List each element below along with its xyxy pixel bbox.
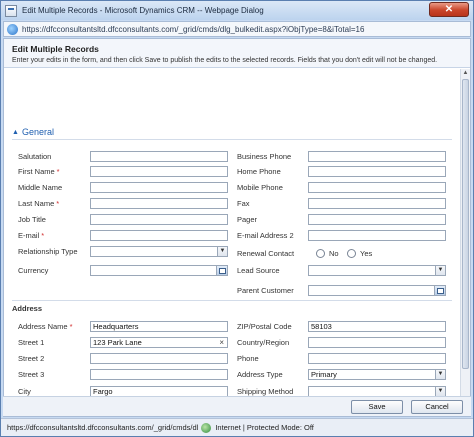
zip-postal-code-field[interactable]: 58103 xyxy=(308,321,446,332)
header-box: Edit Multiple Records Enter your edits i… xyxy=(4,39,470,68)
currency-label: Currency xyxy=(18,266,49,275)
chevron-down-icon[interactable]: ▼ xyxy=(217,247,227,256)
title-bar: Edit Multiple Records - Microsoft Dynami… xyxy=(1,1,473,20)
lookup-icon[interactable] xyxy=(216,266,227,275)
dialog-url: https://dfcconsultantsltd.dfcconsultants… xyxy=(22,24,365,34)
street-1-value: 123 Park Lane xyxy=(93,338,142,347)
salutation-label: Salutation xyxy=(18,152,52,161)
section-general[interactable]: ▲ General xyxy=(12,127,54,137)
pager-field[interactable] xyxy=(308,214,446,225)
street-2-field[interactable] xyxy=(90,353,228,364)
status-zone: Internet | Protected Mode: Off xyxy=(215,423,314,432)
scroll-thumb[interactable] xyxy=(462,79,469,369)
renewal-no-radio[interactable] xyxy=(316,249,325,258)
zip-postal-code-label: ZIP/Postal Code xyxy=(237,322,292,331)
status-bar: https://dfcconsultantsltd.dfcconsultants… xyxy=(1,418,473,436)
section-divider xyxy=(12,139,452,140)
status-url: https://dfcconsultantsltd.dfcconsultants… xyxy=(7,423,199,432)
dialog-content: Edit Multiple Records Enter your edits i… xyxy=(3,38,471,417)
section-divider xyxy=(12,300,452,301)
window-title: Edit Multiple Records - Microsoft Dynami… xyxy=(22,6,264,15)
job-title-field[interactable] xyxy=(90,214,228,225)
address-name-field[interactable]: Headquarters xyxy=(90,321,228,332)
street-3-field[interactable] xyxy=(90,369,228,380)
renewal-yes-radio[interactable] xyxy=(347,249,356,258)
required-icon: * xyxy=(69,322,73,331)
parent-customer-field[interactable] xyxy=(308,285,446,296)
address-type-label: Address Type xyxy=(237,370,283,379)
home-phone-label: Home Phone xyxy=(237,167,281,176)
phone-label: Phone xyxy=(237,354,259,363)
globe-icon xyxy=(201,422,212,433)
currency-field[interactable] xyxy=(90,265,228,276)
address-type-value: Primary xyxy=(311,370,337,379)
parent-customer-label: Parent Customer xyxy=(237,286,294,295)
chevron-down-icon[interactable]: ▼ xyxy=(435,387,445,396)
save-button[interactable]: Save xyxy=(351,400,403,414)
page-title: Edit Multiple Records xyxy=(12,44,99,54)
middle-name-field[interactable] xyxy=(90,182,228,193)
mobile-phone-label: Mobile Phone xyxy=(237,183,283,192)
lookup-icon[interactable] xyxy=(434,286,445,295)
salutation-field[interactable] xyxy=(90,151,228,162)
required-icon: * xyxy=(56,167,60,176)
address-bar: https://dfcconsultantsltd.dfcconsultants… xyxy=(3,21,471,37)
street-2-label: Street 2 xyxy=(18,354,45,363)
dialog-footer: Save Cancel xyxy=(3,396,471,416)
e-mail-label: E-mail * xyxy=(18,231,45,240)
scroll-up-icon[interactable]: ▲ xyxy=(462,69,469,77)
address-name-value: Headquarters xyxy=(93,322,139,331)
country-region-field[interactable] xyxy=(308,337,446,348)
required-icon: * xyxy=(41,231,45,240)
cancel-button[interactable]: Cancel xyxy=(411,400,463,414)
country-region-label: Country/Region xyxy=(237,338,290,347)
street-1-field[interactable]: 123 Park Lane × xyxy=(90,337,228,348)
address-type-field[interactable]: Primary ▼ xyxy=(308,369,446,380)
renewal-no-label: No xyxy=(329,249,339,258)
section-address: Address xyxy=(12,304,43,313)
first-name-field[interactable] xyxy=(90,166,228,177)
section-general-title: General xyxy=(21,127,54,137)
relationship-type-label: Relationship Type xyxy=(18,247,78,256)
street-1-label: Street 1 xyxy=(18,338,45,347)
e-mail-field[interactable] xyxy=(90,230,228,241)
lead-source-label: Lead Source xyxy=(237,266,280,275)
dialog-window: Edit Multiple Records - Microsoft Dynami… xyxy=(0,0,474,437)
renewal-yes-label: Yes xyxy=(360,249,373,258)
business-phone-field[interactable] xyxy=(308,151,446,162)
fax-label: Fax xyxy=(237,199,250,208)
vertical-scrollbar[interactable]: ▲ ▼ xyxy=(460,69,470,416)
last-name-label: Last Name * xyxy=(18,199,60,208)
form-area: ▲ General Salutation First Name * Middle Name… xyxy=(4,69,460,416)
middle-name-label: Middle Name xyxy=(18,183,63,192)
e-mail-address-2-label: E-mail Address 2 xyxy=(237,231,294,240)
street-3-label: Street 3 xyxy=(18,370,45,379)
collapse-icon[interactable]: ▲ xyxy=(12,129,19,136)
window-app-icon xyxy=(5,4,17,17)
required-icon: * xyxy=(56,199,60,208)
pager-label: Pager xyxy=(237,215,258,224)
fax-field[interactable] xyxy=(308,198,446,209)
mobile-phone-field[interactable] xyxy=(308,182,446,193)
zip-postal-code-value: 58103 xyxy=(311,322,332,331)
renewal-contact-label: Renewal Contact xyxy=(237,249,295,258)
lead-source-field[interactable]: ▼ xyxy=(308,265,446,276)
last-name-field[interactable] xyxy=(90,198,228,209)
address-name-label: Address Name * xyxy=(18,322,73,331)
home-phone-field[interactable] xyxy=(308,166,446,177)
e-mail-address-2-field[interactable] xyxy=(308,230,446,241)
clear-icon[interactable]: × xyxy=(219,338,224,347)
instructions-text: Enter your edits in the form, and then c… xyxy=(12,57,438,64)
phone-field[interactable] xyxy=(308,353,446,364)
city-value: Fargo xyxy=(93,387,113,396)
chevron-down-icon[interactable]: ▼ xyxy=(435,266,445,275)
job-title-label: Job Title xyxy=(18,215,46,224)
business-phone-label: Business Phone xyxy=(237,152,292,161)
close-button[interactable]: ✕ xyxy=(429,2,469,17)
relationship-type-field[interactable]: ▼ xyxy=(90,246,228,257)
first-name-label: First Name * xyxy=(18,167,60,176)
chevron-down-icon[interactable]: ▼ xyxy=(435,370,445,379)
internet-explorer-icon xyxy=(7,23,18,35)
